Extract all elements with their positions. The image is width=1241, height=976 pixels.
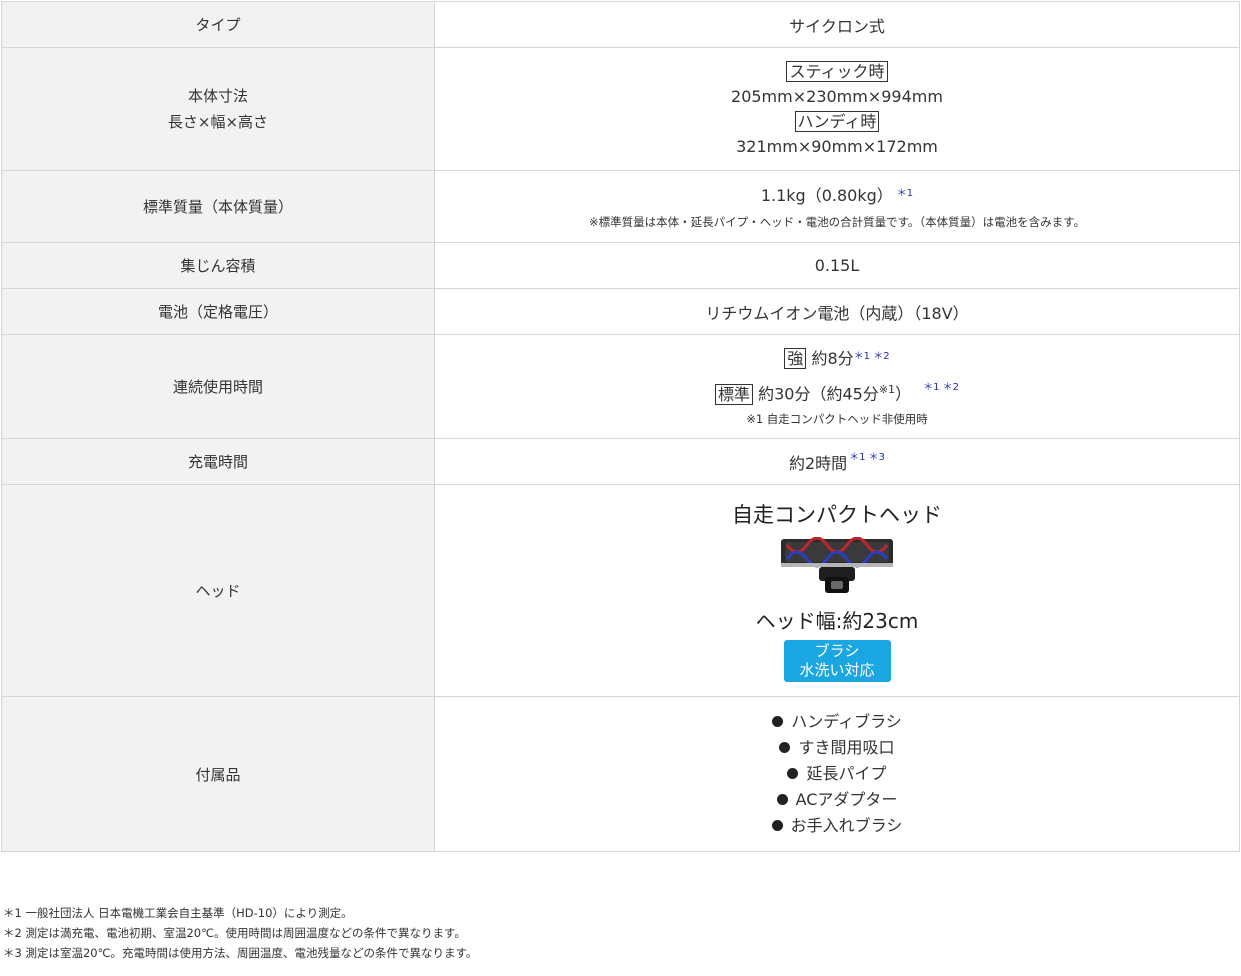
spec-row-charge: 充電時間 約2時間 ＊1 ＊3	[1, 438, 1240, 485]
row-label: 電池（定格電圧）	[1, 288, 435, 335]
row-label: ヘッド	[1, 484, 435, 697]
head-title: 自走コンパクトヘッド	[732, 503, 942, 527]
spec-table: タイプ サイクロン式 本体寸法 長さ×幅×高さ スティック時 205mm×230…	[1, 1, 1240, 852]
spec-row-dimensions: 本体寸法 長さ×幅×高さ スティック時 205mm×230mm×994mm ハン…	[1, 47, 1240, 171]
row-label: 標準質量（本体質量）	[1, 170, 435, 243]
head-width: ヘッド幅:約23cm	[755, 609, 919, 633]
spec-row-battery: 電池（定格電圧） リチウムイオン電池（内蔵）（18V）	[1, 288, 1240, 335]
handy-tag: ハンディ時	[794, 111, 880, 132]
standard-close: ）	[895, 384, 912, 404]
bullet-icon	[779, 742, 791, 753]
list-item: 延長パイプ	[435, 761, 1239, 787]
bullet-icon	[771, 820, 783, 831]
row-label: 本体寸法 長さ×幅×高さ	[1, 47, 435, 171]
row-value: スティック時 205mm×230mm×994mm ハンディ時 321mm×90m…	[434, 47, 1240, 171]
spec-row-runtime: 連続使用時間 強 約8分＊1 ＊2 標準 約30分（約45分※1） ＊1 ＊2 ※…	[1, 334, 1240, 439]
footnotes: ＊1 一般社団法人 日本電機工業会自主基準（HD-10）により測定。 ＊2 測定…	[3, 903, 477, 963]
footnote-mark: ＊1	[896, 188, 914, 199]
charge-value: 約2時間	[788, 453, 848, 473]
label-line: 長さ×幅×高さ	[167, 113, 269, 131]
washable-brush-badge: ブラシ 水洗い対応	[783, 640, 891, 682]
spec-row-mass: 標準質量（本体質量） 1.1kg（0.80kg） ＊1 ※標準質量は本体・延長パイ…	[1, 170, 1240, 243]
list-item: お手入れブラシ	[435, 813, 1239, 839]
standard-tag: 標準	[715, 383, 754, 405]
label-line: 本体寸法	[187, 87, 248, 105]
row-label: 充電時間	[1, 438, 435, 485]
accessory-label: すき間用吸口	[798, 738, 895, 757]
badge-line: 水洗い対応	[799, 661, 875, 679]
standard-value: 約30分（約45分	[758, 384, 879, 404]
row-label: 集じん容積	[1, 242, 435, 289]
row-value: 0.15L	[434, 242, 1240, 289]
strong-value: 約8分	[811, 349, 854, 369]
strong-tag: 強	[784, 348, 807, 370]
accessory-label: ハンディブラシ	[791, 712, 902, 731]
row-value: 1.1kg（0.80kg） ＊1 ※標準質量は本体・延長パイプ・ヘッド・電池の合計…	[434, 170, 1240, 243]
spec-row-accessories: 付属品 ハンディブラシ すき間用吸口 延長パイプ ACアダプター お手入れブラシ	[1, 696, 1240, 852]
footnote-3: ＊3 測定は室温20℃。充電時間は使用方法、周囲温度、電池残量などの条件で異なり…	[3, 946, 478, 960]
bullet-icon	[787, 768, 799, 779]
row-value: リチウムイオン電池（内蔵）（18V）	[434, 288, 1240, 335]
footnote-mark: ＊1 ＊2	[923, 382, 959, 394]
row-label: タイプ	[1, 1, 435, 48]
footnote-1: ＊1 一般社団法人 日本電機工業会自主基準（HD-10）により測定。	[3, 906, 353, 920]
footnote-mark: ＊1 ＊3	[849, 451, 886, 463]
accessory-label: 延長パイプ	[806, 764, 887, 783]
list-item: ハンディブラシ	[435, 709, 1239, 735]
bullet-icon	[776, 794, 788, 805]
badge-line: ブラシ	[814, 642, 860, 660]
spec-row-dust: 集じん容積 0.15L	[1, 242, 1240, 289]
row-value: 約2時間 ＊1 ＊3	[434, 438, 1240, 485]
row-label: 付属品	[1, 696, 435, 852]
runtime-note: ※1 自走コンパクトヘッド非使用時	[746, 411, 928, 426]
footnote-2: ＊2 測定は満充電、電池初期、室温20℃。使用時間は周囲温度などの条件で異なりま…	[3, 926, 466, 940]
spec-row-head: ヘッド 自走コンパクトヘッド ヘッド幅:約23cm ブラシ 水洗い対応	[1, 484, 1240, 697]
bullet-icon	[772, 716, 784, 727]
row-value: ハンディブラシ すき間用吸口 延長パイプ ACアダプター お手入れブラシ	[434, 696, 1240, 852]
accessory-label: ACアダプター	[795, 790, 898, 809]
standard-sup: ※1	[878, 383, 896, 397]
spec-row-type: タイプ サイクロン式	[1, 1, 1240, 48]
compact-head-image	[781, 537, 893, 593]
list-item: ACアダプター	[435, 787, 1239, 813]
row-value: サイクロン式	[434, 1, 1240, 48]
stick-tag: スティック時	[786, 61, 888, 82]
stick-value: 205mm×230mm×994mm	[731, 87, 943, 106]
list-item: すき間用吸口	[435, 735, 1239, 761]
footnote-mark: ＊1 ＊2	[853, 351, 890, 363]
mass-note: ※標準質量は本体・延長パイプ・ヘッド・電池の合計質量です。（本体質量）は電池を含…	[588, 215, 1086, 229]
accessory-label: お手入れブラシ	[790, 816, 903, 835]
mass-value: 1.1kg（0.80kg）	[760, 186, 893, 205]
row-label: 連続使用時間	[1, 334, 435, 439]
handy-value: 321mm×90mm×172mm	[736, 137, 938, 156]
row-value: 強 約8分＊1 ＊2 標準 約30分（約45分※1） ＊1 ＊2 ※1 自走コンパ…	[434, 334, 1240, 439]
row-value: 自走コンパクトヘッド ヘッド幅:約23cm ブラシ 水洗い対応	[434, 484, 1240, 697]
